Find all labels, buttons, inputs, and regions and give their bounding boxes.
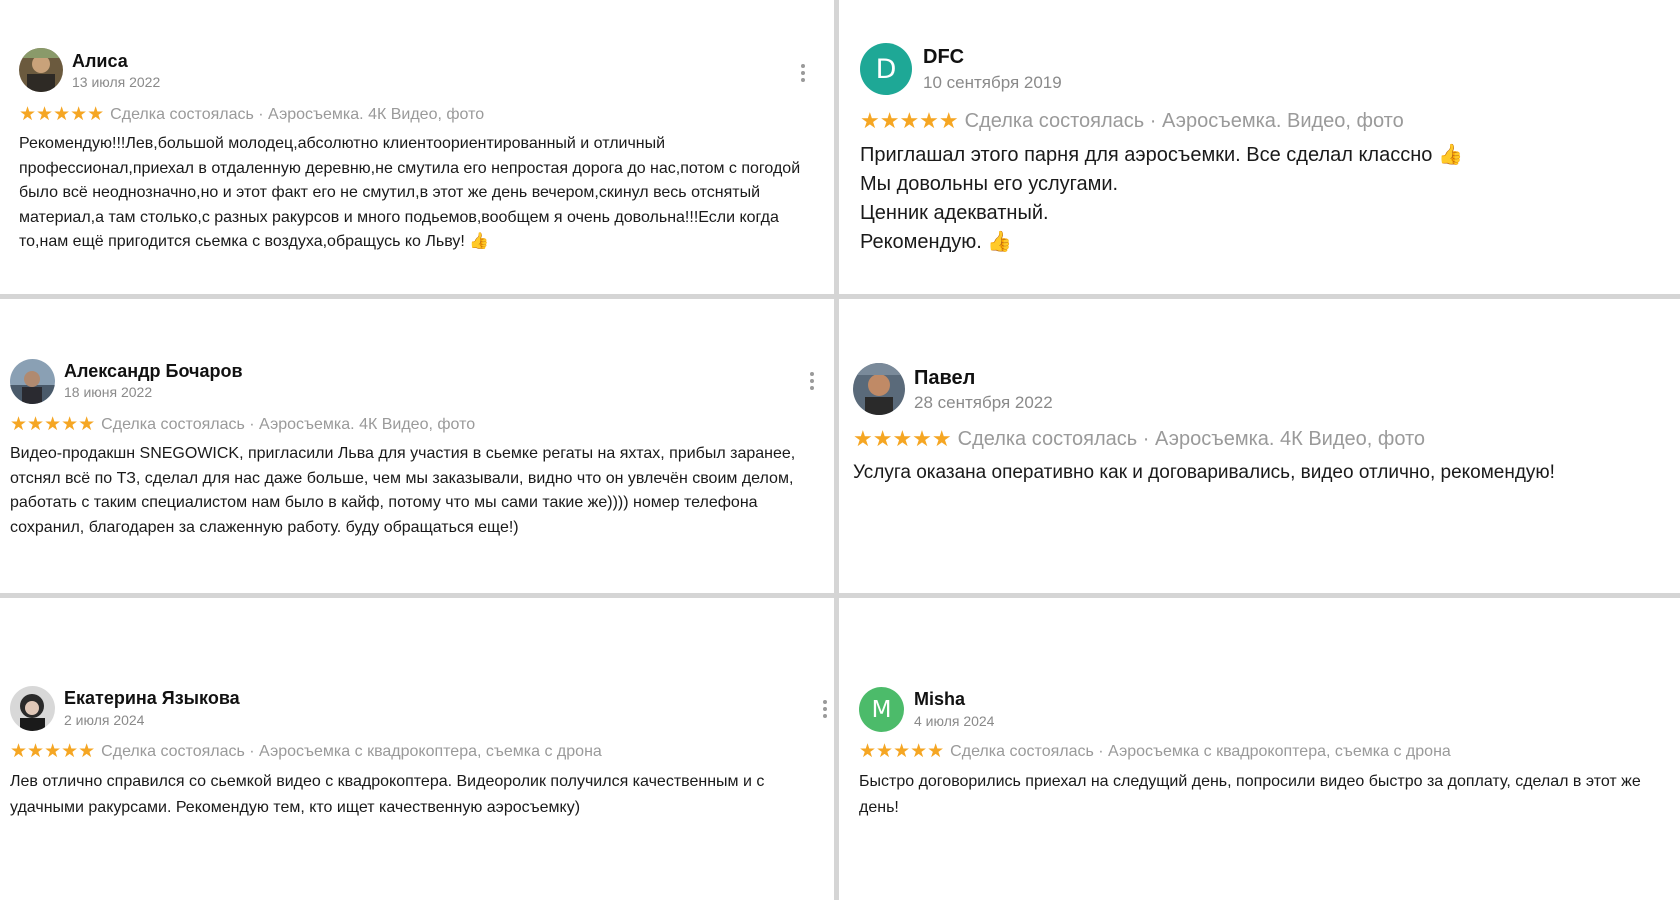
- review-text: Лев отлично справился со сьемкой видео с…: [10, 769, 830, 820]
- deal-info: Сделка состоялась · Аэросъемка. 4К Видео…: [101, 415, 476, 433]
- review-text: Быстро договорились приехал на следущий …: [859, 769, 1669, 820]
- rating-stars: ★★★★★: [19, 104, 105, 125]
- review-text: Приглашал этого парня для аэросъемки. Вс…: [860, 141, 1660, 257]
- deal-info: Сделка состоялась · Аэросъемка. 4К Видео…: [957, 427, 1426, 450]
- review-date: 18 июня 2022: [64, 384, 153, 400]
- review-text: Рекомендую!!!Лев,большой молодец,абсолют…: [19, 132, 819, 255]
- review-card: Екатерина Языкова 2 июля 2024 ★★★★★ Сдел…: [0, 598, 834, 900]
- review-card: M Misha 4 июля 2024 ★★★★★ Сделка состоял…: [839, 598, 1680, 900]
- review-text-body: Услуга оказана оперативно как и договари…: [853, 462, 1555, 483]
- review-date: 10 сентября 2019: [923, 73, 1062, 92]
- user-avatar[interactable]: [19, 48, 63, 92]
- review-date: 2 июля 2024: [64, 712, 145, 728]
- rating-row: ★★★★★ Сделка состоялась · Аэросъемка с к…: [10, 740, 602, 763]
- review-text-line: Ценник адекватный.: [860, 202, 1049, 224]
- reviewer-name[interactable]: Павел: [914, 367, 975, 390]
- review-text-line: Рекомендую. 👍: [860, 231, 1013, 253]
- reviewer-name[interactable]: Александр Бочаров: [64, 361, 243, 382]
- more-options-icon[interactable]: [809, 372, 815, 393]
- review-date: 28 сентября 2022: [914, 393, 1053, 412]
- review-text-body: Лев отлично справился со сьемкой видео с…: [10, 773, 765, 816]
- user-avatar[interactable]: M: [859, 687, 904, 732]
- deal-info: Сделка состоялась · Аэросъемка с квадрок…: [101, 742, 602, 760]
- user-avatar[interactable]: D: [860, 43, 912, 95]
- rating-row: ★★★★★ Сделка состоялась · Аэросъемка с к…: [859, 740, 1451, 763]
- deal-info: Сделка состоялась · Аэросъемка с квадрок…: [950, 742, 1451, 760]
- deal-info: Сделка состоялась · Аэросъемка. Видео, ф…: [964, 109, 1404, 132]
- user-avatar[interactable]: [853, 363, 905, 415]
- rating-stars: ★★★★★: [860, 108, 959, 133]
- reviewer-name[interactable]: Екатерина Языкова: [64, 688, 240, 709]
- review-text-line: Приглашал этого парня для аэросъемки. Вс…: [860, 144, 1463, 166]
- rating-row: ★★★★★ Сделка состоялась · Аэросъемка. 4К…: [10, 413, 475, 436]
- reviewer-name[interactable]: Алиса: [72, 51, 128, 72]
- review-text: Видео-продакшн SNEGOWICK, пригласили Льв…: [10, 442, 820, 540]
- review-text-body: Рекомендую!!!Лев,большой молодец,абсолют…: [19, 135, 801, 250]
- deal-info: Сделка состоялась · Аэросъемка. 4К Видео…: [110, 105, 485, 123]
- more-options-icon[interactable]: [800, 64, 806, 85]
- review-text-line: Мы довольны его услугами.: [860, 173, 1119, 195]
- rating-stars: ★★★★★: [853, 426, 952, 451]
- rating-row: ★★★★★ Сделка состоялась · Аэросъемка. 4К…: [853, 426, 1425, 452]
- rating-row: ★★★★★ Сделка состоялась · Аэросъемка. Ви…: [860, 108, 1404, 134]
- review-text-body: Быстро договорились приехал на следущий …: [859, 773, 1641, 816]
- rating-stars: ★★★★★: [10, 741, 96, 762]
- rating-stars: ★★★★★: [10, 414, 96, 435]
- reviewer-name[interactable]: Misha: [914, 689, 965, 710]
- review-card: Александр Бочаров 18 июня 2022 ★★★★★ Сде…: [0, 299, 834, 593]
- user-avatar[interactable]: [10, 359, 55, 404]
- rating-stars: ★★★★★: [859, 741, 945, 762]
- user-avatar[interactable]: [10, 686, 55, 731]
- review-card: D DFC 10 сентября 2019 ★★★★★ Сделка сост…: [839, 0, 1680, 294]
- review-card: Алиса 13 июля 2022 ★★★★★ Сделка состояла…: [0, 0, 834, 294]
- review-date: 4 июля 2024: [914, 713, 995, 729]
- review-card: Павел 28 сентября 2022 ★★★★★ Сделка сост…: [839, 299, 1680, 593]
- more-options-icon[interactable]: [822, 700, 828, 721]
- reviewer-name[interactable]: DFC: [923, 46, 964, 69]
- review-text: Услуга оказана оперативно как и договари…: [853, 459, 1663, 487]
- rating-row: ★★★★★ Сделка состоялась · Аэросъемка. 4К…: [19, 103, 484, 126]
- review-date: 13 июля 2022: [72, 74, 161, 90]
- review-text-body: Видео-продакшн SNEGOWICK, пригласили Льв…: [10, 445, 796, 536]
